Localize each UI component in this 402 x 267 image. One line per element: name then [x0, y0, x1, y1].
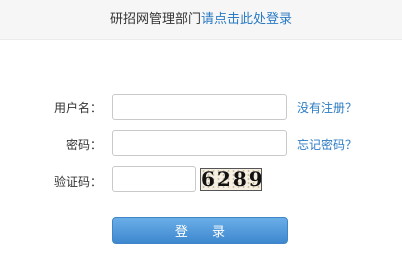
username-input[interactable]	[112, 94, 287, 120]
forgot-password-link[interactable]: 忘记密码？	[297, 136, 357, 153]
page-title: 研招网管理部门	[109, 12, 201, 27]
password-label: 密码：	[65, 138, 102, 152]
captcha-image[interactable]: 6289	[200, 168, 262, 191]
password-input[interactable]	[112, 130, 287, 156]
captcha-input[interactable]	[112, 166, 196, 192]
login-button[interactable]: 登 录	[112, 217, 288, 244]
register-link[interactable]: 没有注册？	[297, 99, 357, 116]
username-label: 用户名：	[53, 101, 102, 115]
click-here-login-link[interactable]: 请点击此处登录	[201, 12, 292, 27]
captcha-text: 6289	[201, 168, 262, 191]
captcha-label: 验证码：	[53, 175, 102, 189]
top-bar: 研招网管理部门请点击此处登录	[0, 0, 402, 40]
